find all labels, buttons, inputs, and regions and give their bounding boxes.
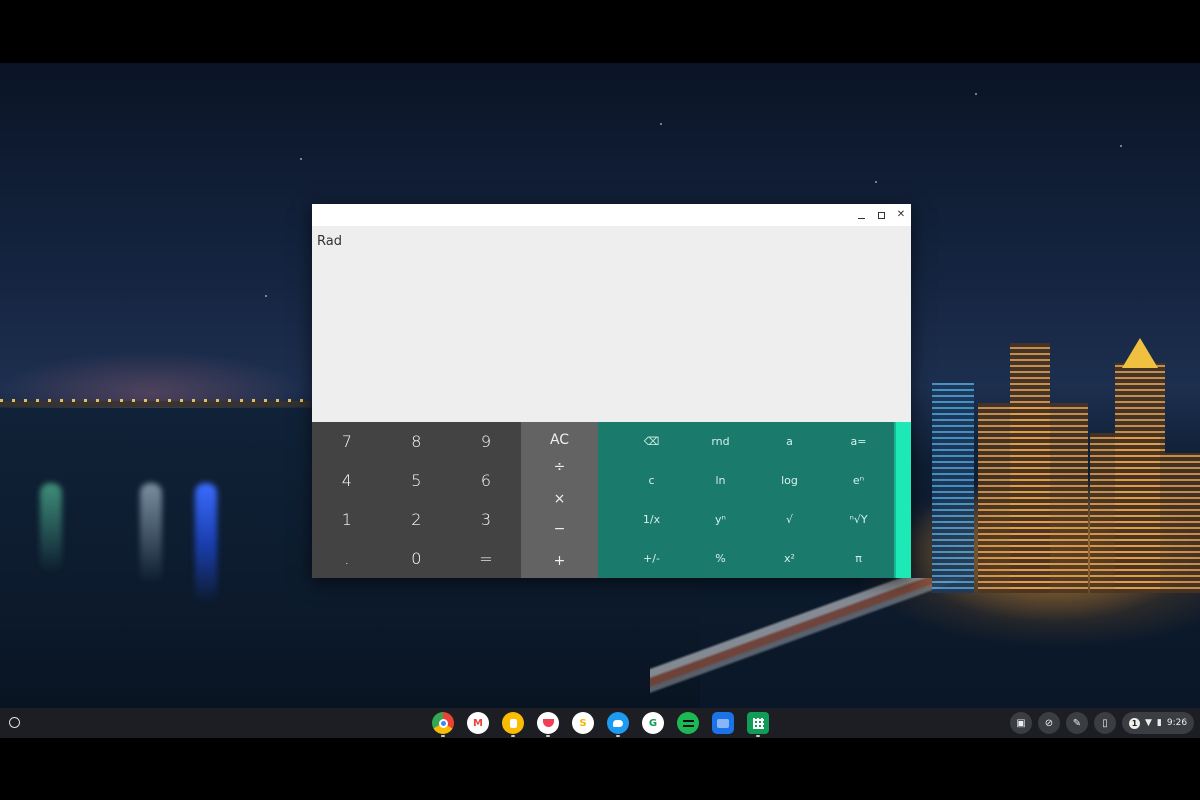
key-multiply[interactable]: × xyxy=(521,484,598,514)
files-icon[interactable] xyxy=(712,712,734,734)
key-variable-a[interactable]: a xyxy=(755,422,824,461)
calculator-display[interactable]: Rad xyxy=(312,226,911,422)
sheets-icon[interactable] xyxy=(747,712,769,737)
key-c[interactable]: c xyxy=(617,461,686,500)
wallpaper-skyline xyxy=(910,263,1200,593)
phone-hub-icon[interactable]: ▯ xyxy=(1094,712,1116,734)
key-2[interactable]: 2 xyxy=(382,500,452,539)
spotify-icon[interactable] xyxy=(677,712,699,734)
battery-icon: ▮ xyxy=(1156,718,1162,728)
notification-badge: 1 xyxy=(1129,717,1140,729)
key-6[interactable]: 6 xyxy=(451,461,521,500)
wallpaper-reflection xyxy=(40,483,62,573)
clock: 9:26 xyxy=(1166,718,1188,728)
key-divide[interactable]: ÷ xyxy=(521,452,598,482)
key-pi[interactable]: π xyxy=(824,539,893,578)
do-not-disturb-icon[interactable]: ⊘ xyxy=(1038,712,1060,734)
key-reciprocal[interactable]: 1/x xyxy=(617,500,686,539)
key-1[interactable]: 1 xyxy=(312,500,382,539)
key-9[interactable]: 9 xyxy=(451,422,521,461)
minimize-icon xyxy=(857,217,865,219)
key-0[interactable]: 0 xyxy=(382,539,452,578)
angle-mode-label: Rad xyxy=(317,234,342,249)
key-5[interactable]: 5 xyxy=(382,461,452,500)
key-3[interactable]: 3 xyxy=(451,500,521,539)
key-random[interactable]: rnd xyxy=(686,422,755,461)
close-icon: ✕ xyxy=(896,209,906,220)
key-7[interactable]: 7 xyxy=(312,422,382,461)
key-log[interactable]: log xyxy=(755,461,824,500)
key-8[interactable]: 8 xyxy=(382,422,452,461)
wallpaper-bridge-lights xyxy=(0,399,310,402)
number-pad: 7 8 9 4 5 6 1 2 3 . 0 = xyxy=(312,422,521,578)
pocket-icon[interactable] xyxy=(537,712,559,737)
advanced-pad: ⌫ rnd a a= c ln log eⁿ 1/x yⁿ √ ⁿ√Y +/- … xyxy=(598,422,894,578)
wallpaper-reflection xyxy=(195,483,217,603)
close-button[interactable]: ✕ xyxy=(893,207,909,223)
key-add[interactable]: + xyxy=(521,544,598,578)
key-percent[interactable]: % xyxy=(686,539,755,578)
key-nth-root[interactable]: ⁿ√Y xyxy=(824,500,893,539)
stylus-icon[interactable]: ✎ xyxy=(1066,712,1088,734)
keep-icon[interactable] xyxy=(502,712,524,737)
key-4[interactable]: 4 xyxy=(312,461,382,500)
advanced-pad-handle[interactable] xyxy=(894,422,911,578)
classroom-icon[interactable]: G xyxy=(642,712,664,734)
twitter-icon[interactable] xyxy=(607,712,629,737)
operator-pad: AC ÷ × − + xyxy=(521,422,598,578)
shelf: M S G ▣ ⊘ ✎ ▯ 1 ▼ ▮ 9:26 xyxy=(0,708,1200,738)
key-ln[interactable]: ln xyxy=(686,461,755,500)
key-assign-a[interactable]: a= xyxy=(824,422,893,461)
wallpaper-reflection xyxy=(140,483,162,583)
minimize-button[interactable] xyxy=(853,207,869,223)
chrome-icon[interactable] xyxy=(432,712,454,737)
maximize-icon xyxy=(877,211,885,219)
tote-icon[interactable]: ▣ xyxy=(1010,712,1032,734)
gmail-icon[interactable]: M xyxy=(467,712,489,734)
key-square[interactable]: x² xyxy=(755,539,824,578)
launcher-button[interactable] xyxy=(9,717,20,728)
wifi-icon: ▼ xyxy=(1145,718,1152,728)
key-power[interactable]: yⁿ xyxy=(686,500,755,539)
key-decimal[interactable]: . xyxy=(312,539,382,578)
window-titlebar[interactable]: ✕ xyxy=(312,204,911,226)
key-exp[interactable]: eⁿ xyxy=(824,461,893,500)
status-area[interactable]: 1 ▼ ▮ 9:26 xyxy=(1122,712,1194,734)
maximize-button[interactable] xyxy=(873,207,889,223)
slides-icon[interactable]: S xyxy=(572,712,594,734)
key-subtract[interactable]: − xyxy=(521,514,598,544)
key-backspace[interactable]: ⌫ xyxy=(617,422,686,461)
key-negate[interactable]: +/- xyxy=(617,539,686,578)
calculator-window: ✕ Rad 7 8 9 4 5 6 1 2 3 . 0 = AC ÷ × − +… xyxy=(312,204,911,578)
key-sqrt[interactable]: √ xyxy=(755,500,824,539)
key-equals[interactable]: = xyxy=(451,539,521,578)
